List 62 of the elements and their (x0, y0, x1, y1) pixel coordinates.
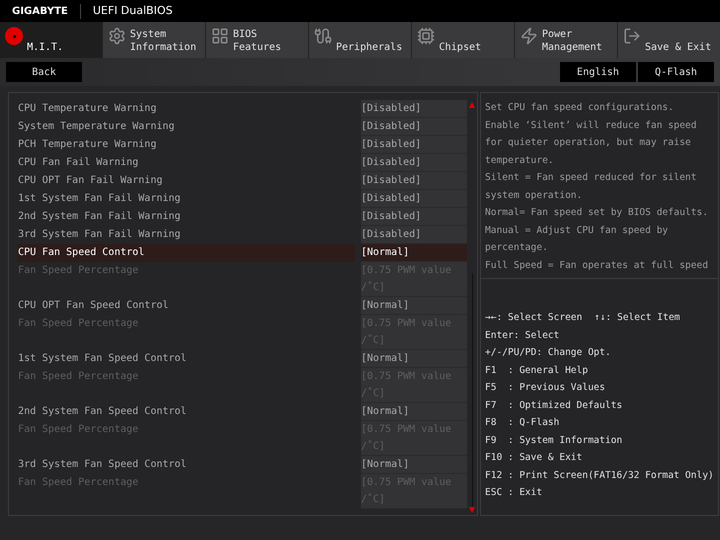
key-hint: ↑↓: Select Item (594, 311, 680, 325)
menu-tab[interactable]: BIOS Features (205, 22, 308, 58)
key-hint: +/-/PU/PD: Change Opt. (485, 346, 611, 360)
language-button[interactable]: English (560, 62, 636, 82)
setting-value[interactable]: [Normal] (361, 244, 467, 262)
key-hint: F5 : Previous Values (485, 381, 606, 395)
window-title: UEFI DualBIOS (92, 2, 173, 19)
chip-icon (417, 27, 435, 45)
setting-value[interactable]: [Disabled] (361, 136, 467, 154)
setting-value[interactable]: [Normal] (361, 350, 467, 368)
setting-value[interactable]: [Normal] (361, 403, 467, 421)
help-text: Manual = Adjust CPU fan speed by percentage. (485, 224, 670, 255)
menu-tab[interactable]: Peripherals (308, 22, 411, 58)
setting-label[interactable]: CPU OPT Fan Speed Control (17, 297, 355, 315)
board-icon (211, 27, 229, 45)
help-text: Set CPU fan speed configurations. (485, 101, 675, 115)
setting-value[interactable]: [Disabled] (361, 154, 467, 172)
help-text: Normal= Fan speed set by BIOS defaults. (485, 206, 710, 220)
help-text: Full Speed = Fan operates at full speed (485, 258, 710, 272)
setting-label[interactable]: CPU Fan Speed Control (17, 244, 355, 262)
key-hint: F8 : Q-Flash (485, 416, 560, 430)
setting-label[interactable]: CPU Temperature Warning (17, 100, 355, 118)
setting-label[interactable]: 2nd System Fan Speed Control (17, 403, 355, 421)
back-button[interactable]: Back (6, 62, 82, 82)
brand-logo: GIGABYTE (0, 4, 81, 18)
setting-label[interactable]: 3rd System Fan Speed Control (17, 456, 355, 474)
setting-value[interactable]: [Normal] (361, 297, 467, 315)
setting-value[interactable]: [Disabled] (361, 100, 467, 118)
setting-value[interactable]: [Disabled] (361, 226, 467, 244)
setting-label[interactable]: CPU OPT Fan Fail Warning (17, 172, 355, 190)
setting-label[interactable]: PCH Temperature Warning (17, 136, 355, 154)
menu-tab[interactable]: System Information (102, 22, 205, 58)
qflash-button[interactable]: Q-Flash (638, 62, 714, 82)
setting-label[interactable]: 1st System Fan Speed Control (17, 350, 355, 368)
menu-tab[interactable]: M.I.T. (0, 22, 102, 58)
gear-icon (108, 27, 126, 45)
setting-label[interactable]: 2nd System Fan Fail Warning (17, 208, 355, 226)
menu-tab[interactable]: Save & Exit (617, 22, 720, 58)
setting-label[interactable]: 1st System Fan Fail Warning (17, 190, 355, 208)
setting-value[interactable]: [Disabled] (361, 172, 467, 190)
key-hint: F7 : Optimized Defaults (485, 398, 622, 412)
key-hint: ESC : Exit (485, 486, 542, 500)
setting-value[interactable]: [Disabled] (361, 208, 467, 226)
setting-label[interactable]: 3rd System Fan Fail Warning (17, 226, 355, 244)
setting-value[interactable]: [Disabled] (361, 118, 467, 136)
key-hint: Enter: Select (485, 328, 560, 342)
key-hint: F12 : Print Screen(FAT16/32 Format Only) (485, 468, 714, 482)
key-hint: →←: Select Screen (485, 311, 582, 325)
help-text: Enable ‘Silent’ will reduce fan speed for quieter operation, but may raise temperature. (485, 118, 698, 168)
key-hint: F9 : System Information (485, 434, 622, 448)
setting-value[interactable]: [Disabled] (361, 190, 467, 208)
menu-tab[interactable]: Power Management (514, 22, 617, 58)
setting-label[interactable]: CPU Fan Fail Warning (17, 154, 355, 172)
help-text: Silent = Fan speed reduced for silent system operation. (485, 171, 698, 202)
cable-icon (314, 27, 332, 45)
key-hint: F10 : Save & Exit (485, 451, 582, 465)
key-hint: F1 : General Help (485, 364, 588, 378)
setting-value[interactable]: [Normal] (361, 456, 467, 474)
exit-icon (623, 27, 641, 45)
setting-label[interactable]: System Temperature Warning (17, 118, 355, 136)
lightning-icon (520, 27, 538, 45)
menu-tab[interactable]: Chipset (411, 22, 514, 58)
